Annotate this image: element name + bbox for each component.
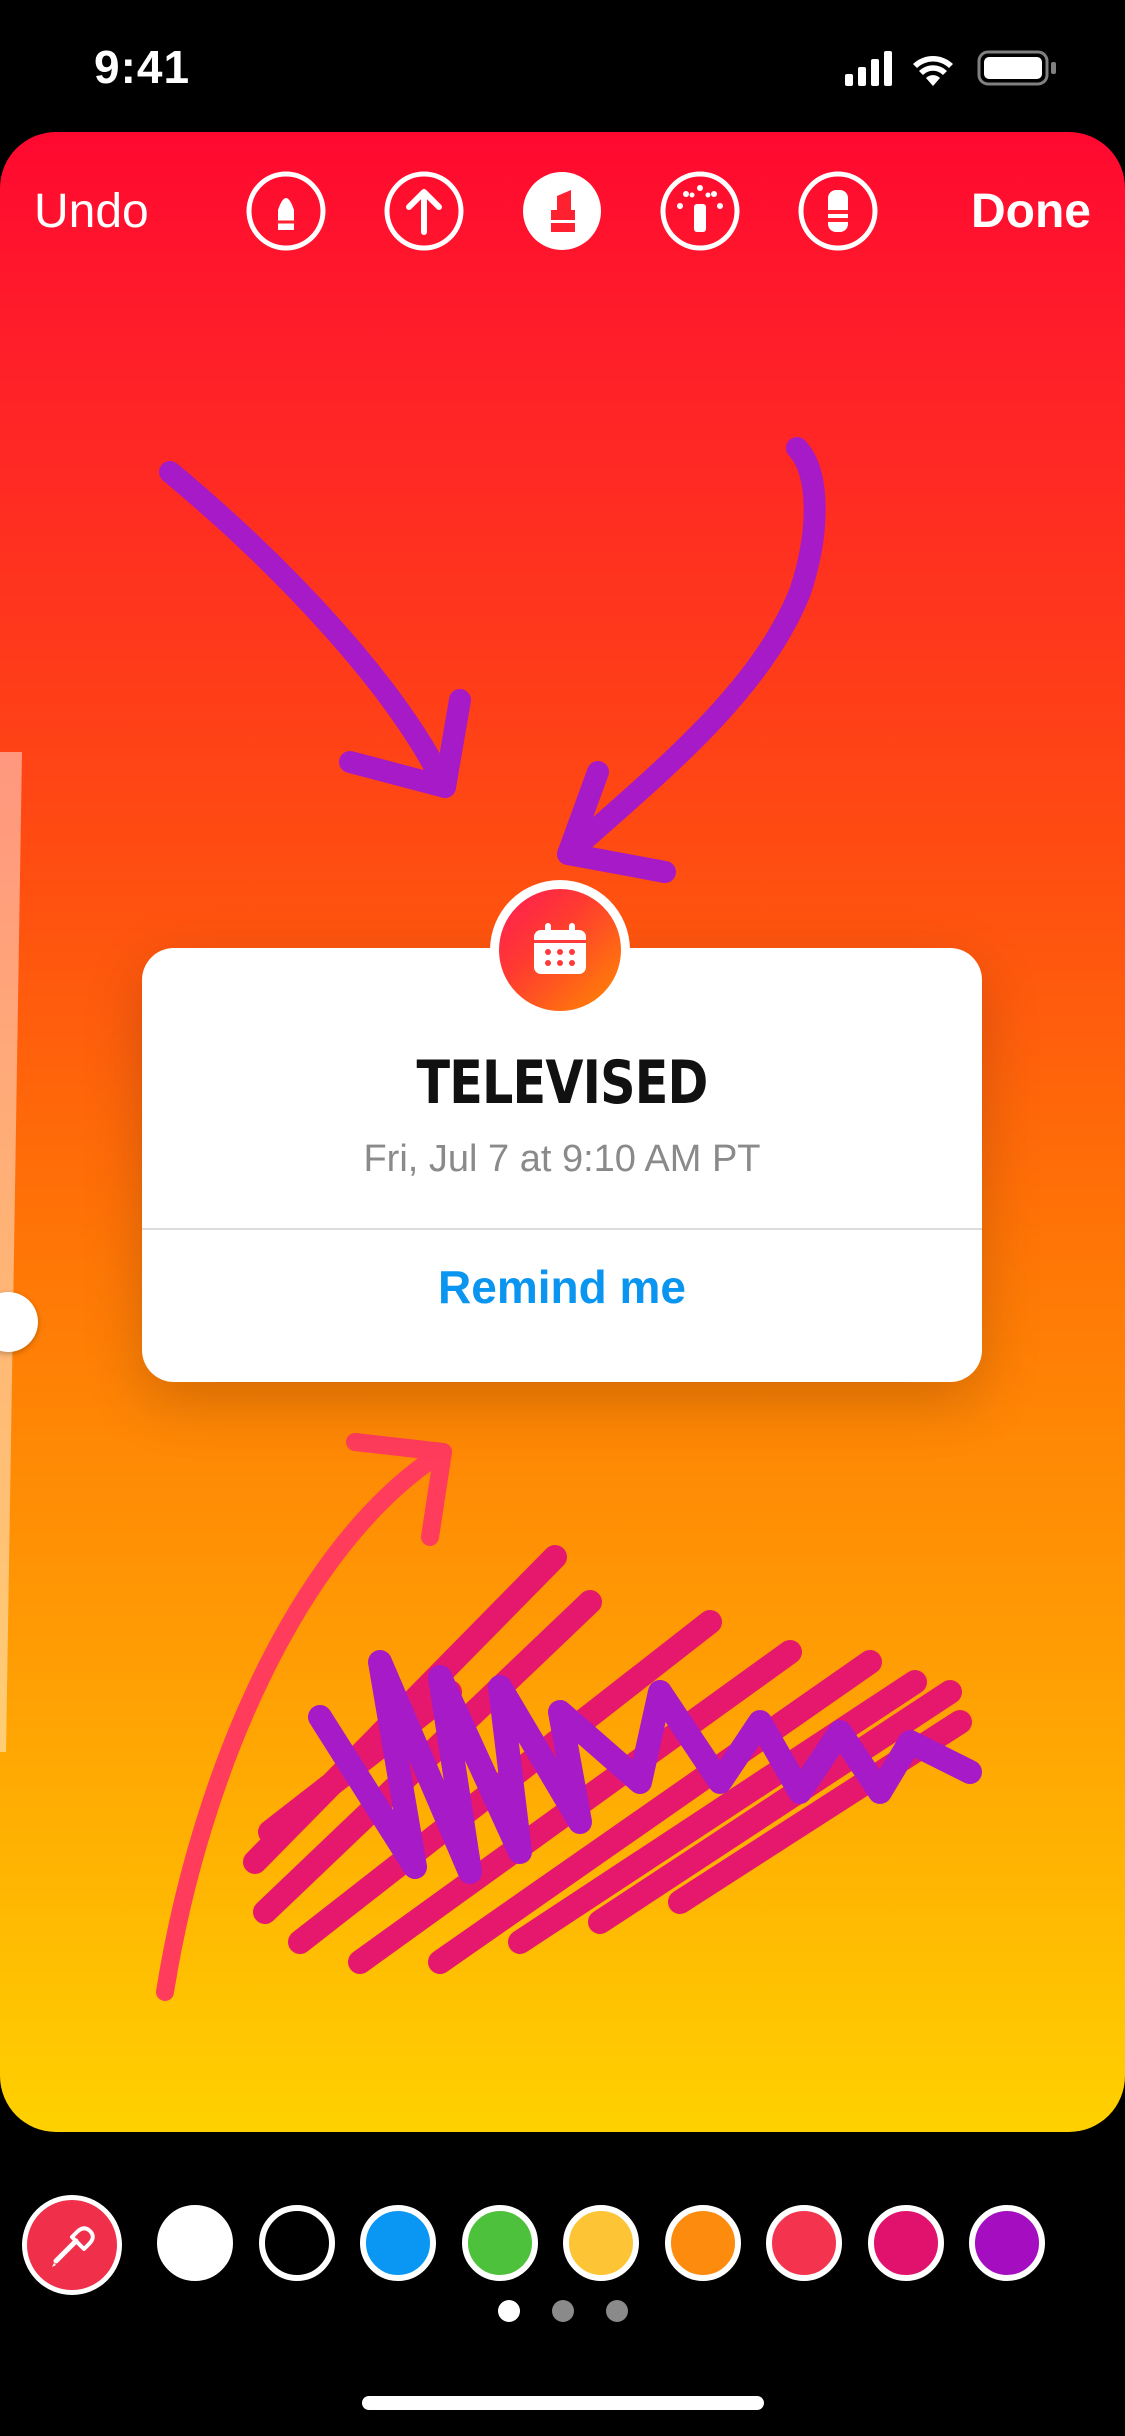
color-swatch[interactable] [766,2205,842,2281]
neon-tool-button[interactable] [659,170,741,252]
status-icons [845,50,1056,86]
remind-me-button[interactable]: Remind me [142,1260,982,1314]
wifi-icon [913,56,953,86]
home-indicator [362,2396,764,2410]
pen-tool-button[interactable] [245,170,327,252]
cellular-signal-icon [845,51,892,86]
arrow-tool-button[interactable] [383,170,465,252]
color-swatch[interactable] [157,2205,233,2281]
arrow-tool-icon [384,171,464,251]
eyedropper-icon [52,2226,95,2267]
brush-size-slider[interactable] [0,752,24,1752]
eyedropper-button[interactable] [22,2195,122,2295]
purple-arrow-left [159,461,471,798]
page-dot [552,2300,574,2322]
battery-icon [977,50,1056,86]
palette-page-indicator [498,2300,638,2324]
sticker-badge [490,880,630,1020]
color-swatch[interactable] [867,2205,944,2281]
neon-tool-icon [660,171,740,251]
sticker-datetime: Fri, Jul 7 at 9:10 AM PT [363,1138,761,1180]
color-swatch[interactable] [461,2205,538,2281]
color-swatch[interactable] [563,2205,639,2281]
status-time: 9:41 [94,41,191,93]
color-palette [0,2195,1125,2305]
purple-scribble [308,1650,982,1884]
countdown-sticker[interactable]: TELEVISED Fri, Jul 7 at 9:10 AM PT Remin… [142,880,982,1382]
pen-tool-icon [246,171,326,251]
marker-tool-button[interactable] [521,170,603,252]
done-button[interactable]: Done [971,184,1091,239]
eraser-tool-icon [798,171,878,251]
page-dot-active [498,2300,520,2322]
marker-tool-icon [523,172,601,250]
pink-arrow-up [156,1433,452,2001]
story-canvas[interactable]: Undo Done TELEVISED Fri, Jul 7 at 9:10 A… [0,132,1125,2132]
eraser-tool-button[interactable] [797,170,879,252]
sticker-title: TELEVISED [416,1048,708,1118]
purple-arrow-right [557,437,826,883]
page-dot [606,2300,628,2322]
color-swatch[interactable] [258,2205,335,2281]
sticker-divider [142,1228,982,1230]
brush-size-slider-handle[interactable] [0,1292,38,1352]
color-swatch[interactable] [969,2205,1045,2281]
undo-button[interactable]: Undo [34,184,149,239]
pink-scribble [243,1545,972,1974]
color-swatch[interactable] [664,2205,741,2281]
color-swatch[interactable] [360,2205,436,2281]
calendar-icon [534,923,586,974]
status-bar: 9:41 [0,0,1125,132]
